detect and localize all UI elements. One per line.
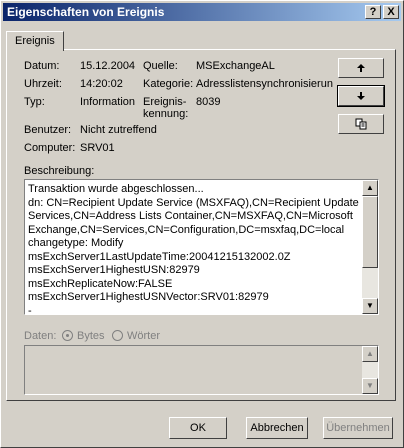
uhrzeit-label: Uhrzeit: [24,78,62,90]
tab-ereignis[interactable]: Ereignis [6,31,64,51]
copy-icon [355,118,366,130]
event-properties-dialog: Eigenschaften von Ereignis ? X Ereignis … [0,0,404,448]
ok-button[interactable]: OK [169,417,227,439]
description-textbox[interactable]: Transaktion wurde abgeschlossen... dn: C… [24,179,379,315]
cancel-button[interactable]: Abbrechen [246,417,308,439]
quelle-label: Quelle: [143,60,178,72]
typ-value: Information [80,96,136,108]
help-button[interactable]: ? [365,5,381,19]
data-scrollbar: ▲ ▼ [362,346,378,394]
title-bar[interactable]: Eigenschaften von Ereignis ? X [3,3,401,21]
window-title: Eigenschaften von Ereignis [7,5,165,19]
typ-label: Typ: [24,96,45,108]
words-radio[interactable] [112,330,123,341]
benutzer-label: Benutzer: [24,124,72,136]
kategorie-label: Kategorie: [143,78,194,90]
arrow-down-icon [357,92,365,100]
description-scrollbar[interactable]: ▲ ▼ [362,180,378,314]
scroll-down-arrow[interactable]: ▼ [362,298,378,314]
arrow-up-icon [357,64,365,72]
data-scroll-up-arrow: ▲ [362,346,378,362]
previous-event-button[interactable] [338,58,384,78]
data-textbox: ▲ ▼ [24,345,379,395]
kennung-label-2: kennung: [143,108,189,120]
words-label: Wörter [127,330,160,342]
kennung-label-1: Ereignis- [143,96,187,108]
data-scroll-down-arrow: ▼ [362,378,378,394]
copy-button[interactable] [338,114,384,134]
computer-label: Computer: [24,142,76,154]
close-button[interactable]: X [383,5,399,19]
datum-value: 15.12.2004 [80,60,136,72]
description-text[interactable]: Transaktion wurde abgeschlossen... dn: C… [28,183,363,314]
kennung-value: 8039 [196,96,221,108]
apply-button[interactable]: Übernehmen [323,417,393,439]
computer-value: SRV01 [80,142,115,154]
datum-label: Datum: [24,60,60,72]
data-label: Daten: [24,330,57,342]
description-label: Beschreibung: [24,165,95,177]
quelle-value: MSExchangeAL [196,60,275,72]
scroll-up-arrow[interactable]: ▲ [362,180,378,196]
tab-ereignis-label: Ereignis [15,35,55,47]
kategorie-value: Adresslistensynchronisierun [196,78,333,90]
bytes-label: Bytes [77,330,105,342]
bytes-radio[interactable] [62,330,73,341]
benutzer-value: Nicht zutreffend [80,124,157,136]
uhrzeit-value: 14:20:02 [80,78,123,90]
next-event-button[interactable] [337,85,385,107]
scroll-thumb[interactable] [362,196,378,268]
